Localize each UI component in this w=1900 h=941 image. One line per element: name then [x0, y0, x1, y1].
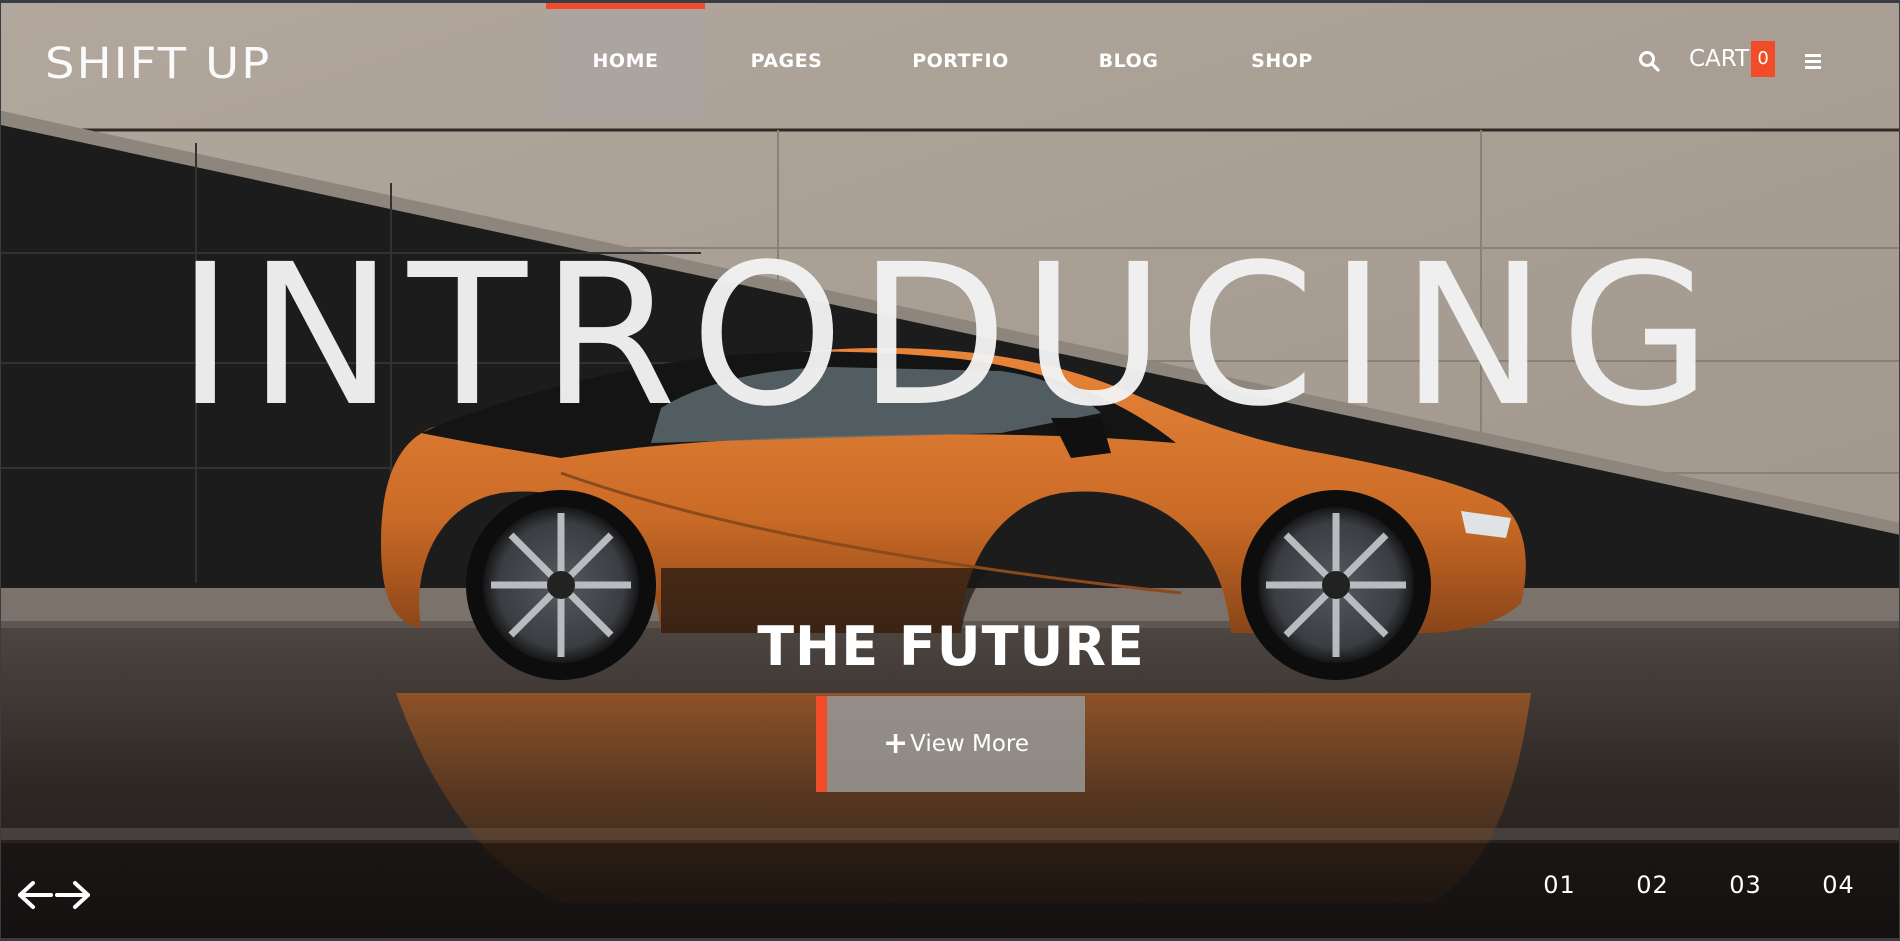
brand-logo[interactable]: SHIFT UP — [45, 39, 271, 89]
arrow-left-icon[interactable] — [15, 879, 55, 911]
search-icon[interactable] — [1637, 49, 1661, 73]
slide-pagination: 01 02 03 04 — [1513, 871, 1885, 899]
slide-page-01[interactable]: 01 — [1513, 871, 1606, 899]
view-more-button[interactable]: + View More — [816, 696, 1085, 792]
hero-subheadline: THE FUTURE — [757, 615, 1145, 678]
nav-item-pages[interactable]: PAGES — [705, 3, 868, 119]
view-more-label: View More — [910, 731, 1030, 757]
cart-button[interactable]: CART 0 — [1689, 41, 1776, 77]
slide-page-04[interactable]: 04 — [1792, 871, 1885, 899]
nav-item-shop[interactable]: SHOP — [1204, 3, 1360, 119]
nav-item-portfio[interactable]: PORTFIO — [868, 3, 1053, 119]
slide-page-03[interactable]: 03 — [1699, 871, 1792, 899]
cart-label: CART — [1689, 46, 1750, 72]
hero-headline: INTRODUCING — [176, 222, 1726, 449]
nav-item-home[interactable]: HOME — [546, 3, 705, 119]
main-navigation: HOME PAGES PORTFIO BLOG SHOP — [546, 3, 1360, 119]
slide-page-02[interactable]: 02 — [1606, 871, 1699, 899]
hero-background-image — [1, 3, 1899, 938]
cart-count-badge: 0 — [1751, 41, 1776, 77]
plus-icon: + — [882, 726, 909, 761]
nav-item-blog[interactable]: BLOG — [1053, 3, 1204, 119]
hamburger-menu-icon[interactable] — [1803, 51, 1825, 71]
hero-slider: SHIFT UP HOME PAGES PORTFIO BLOG SHOP CA… — [0, 0, 1900, 941]
arrow-right-icon[interactable] — [53, 879, 93, 911]
